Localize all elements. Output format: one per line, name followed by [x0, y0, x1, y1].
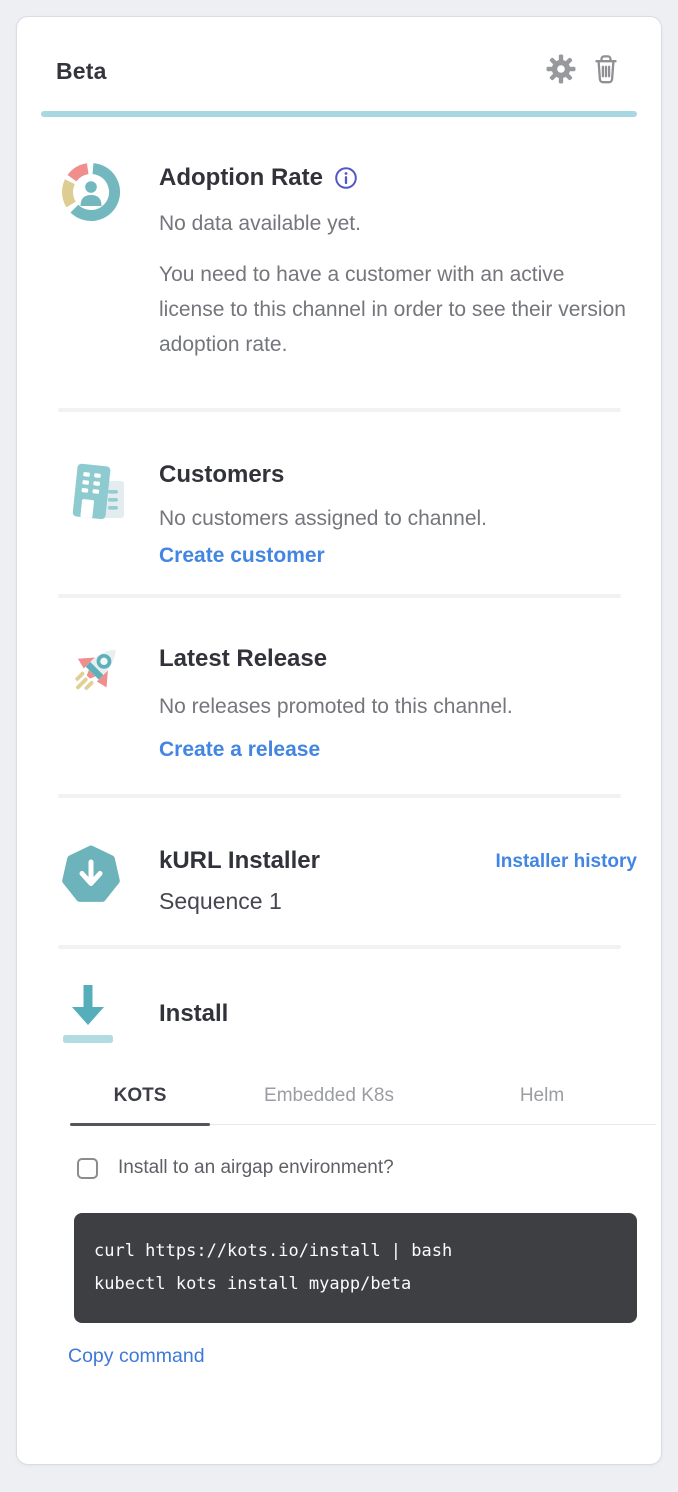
section-install: Install KOTS Embedded K8s Helm Install t… — [58, 949, 637, 1368]
donut-user-icon — [58, 159, 124, 362]
trash-icon — [591, 53, 621, 90]
create-customer-link[interactable]: Create customer — [159, 544, 325, 568]
tab-embedded-k8s[interactable]: Embedded K8s — [210, 1085, 448, 1124]
buildings-icon — [58, 456, 124, 568]
customers-title: Customers — [159, 461, 637, 489]
install-title: Install — [159, 1000, 228, 1028]
section-adoption-rate: Adoption Rate No data available yet. You… — [58, 117, 637, 408]
adoption-hint-text: You need to have a customer with an acti… — [159, 257, 629, 362]
header-actions — [546, 55, 621, 87]
create-release-link[interactable]: Create a release — [159, 738, 320, 762]
command-line: curl https://kots.io/install | bash — [94, 1235, 617, 1268]
section-kurl-installer: kURL Installer Sequence 1 Installer hist… — [58, 798, 637, 945]
installer-history-link[interactable]: Installer history — [496, 851, 638, 873]
delete-channel-button[interactable] — [591, 55, 621, 87]
release-empty-message: No releases promoted to this channel. — [159, 689, 637, 724]
airgap-option-row: Install to an airgap environment? — [77, 1157, 637, 1179]
settings-button[interactable] — [546, 55, 576, 87]
gear-icon — [546, 54, 576, 89]
customers-empty-message: No customers assigned to channel. — [159, 501, 637, 536]
install-tabs: KOTS Embedded K8s Helm — [70, 1085, 656, 1125]
section-latest-release: Latest Release No releases promoted to t… — [58, 598, 637, 794]
tab-kots[interactable]: KOTS — [70, 1085, 210, 1124]
info-icon[interactable] — [334, 166, 358, 190]
install-command-block: curl https://kots.io/install | bashkubec… — [74, 1213, 637, 1323]
kurl-installer-title: kURL Installer — [159, 847, 496, 875]
copy-command-link[interactable]: Copy command — [68, 1345, 205, 1368]
heptagon-download-icon — [58, 842, 124, 915]
airgap-checkbox-label[interactable]: Install to an airgap environment? — [118, 1157, 394, 1179]
card-sections: Adoption Rate No data available yet. You… — [17, 117, 661, 1368]
tab-helm[interactable]: Helm — [448, 1085, 636, 1124]
card-header: Beta — [17, 17, 661, 87]
airgap-checkbox[interactable] — [77, 1158, 98, 1179]
command-line: kubectl kots install myapp/beta — [94, 1268, 617, 1301]
latest-release-title: Latest Release — [159, 645, 637, 673]
channel-card: Beta — [16, 16, 662, 1465]
adoption-empty-message: No data available yet. — [159, 206, 637, 241]
download-arrow-icon — [58, 979, 124, 1049]
section-customers: Customers No customers assigned to chann… — [58, 412, 637, 594]
installer-sequence: Sequence 1 — [159, 888, 496, 915]
rocket-icon — [58, 640, 124, 762]
channel-title: Beta — [56, 58, 107, 85]
adoption-rate-title: Adoption Rate — [159, 164, 323, 192]
